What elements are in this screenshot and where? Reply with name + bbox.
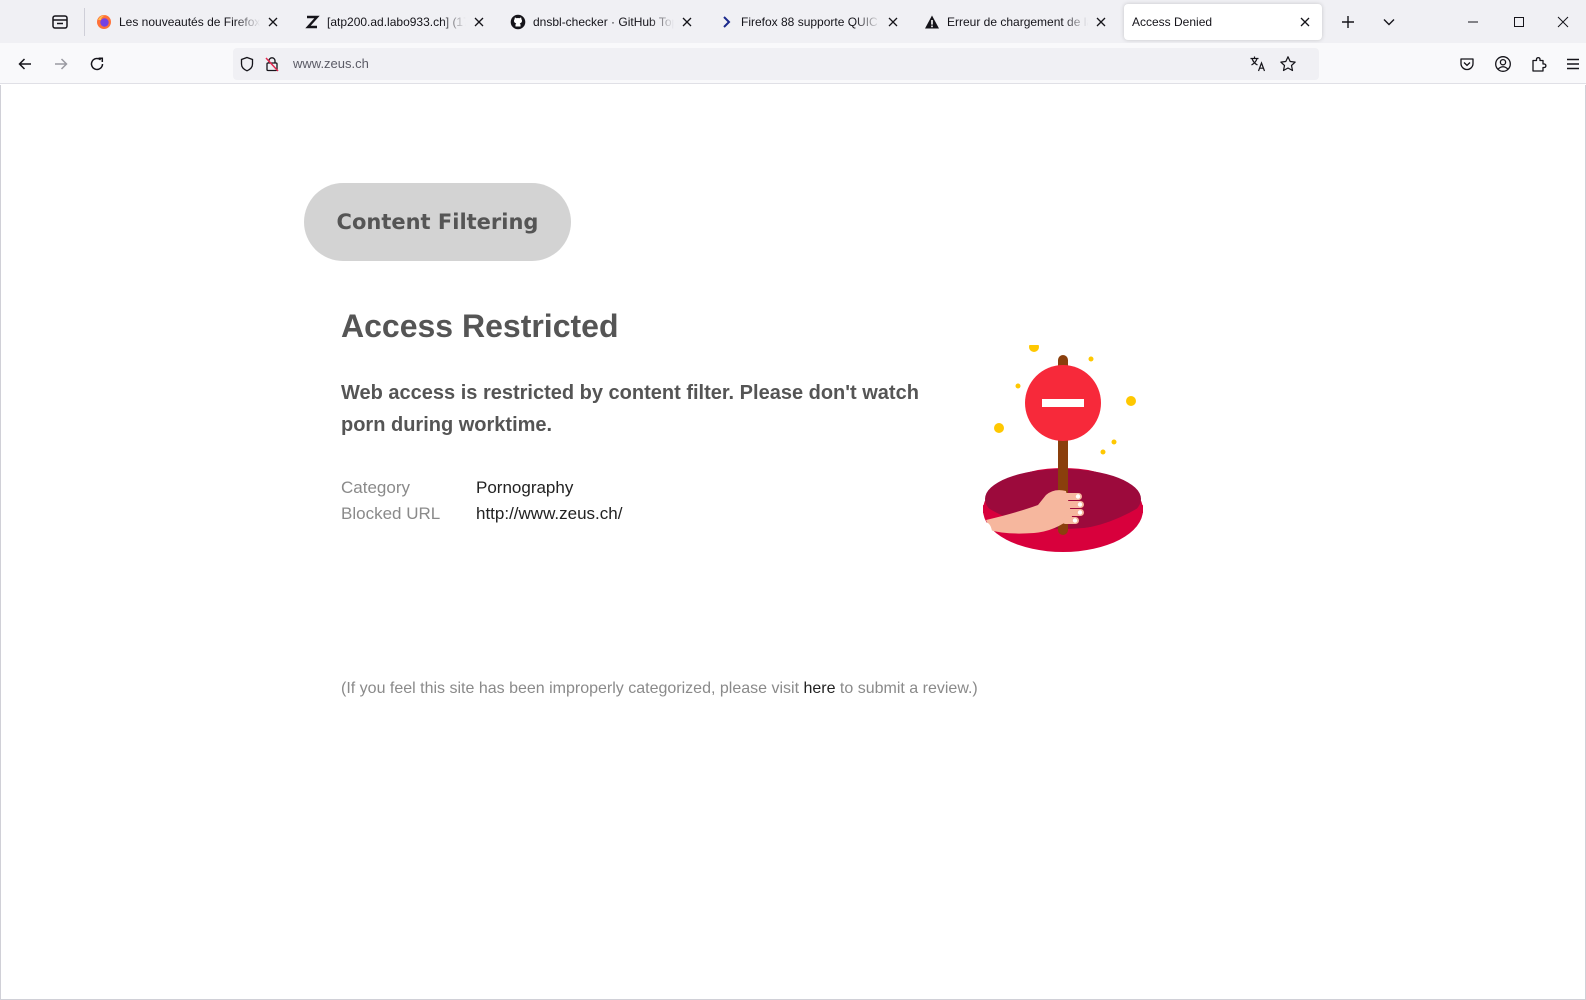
category-value: Pornography xyxy=(476,478,574,497)
minimize-button[interactable] xyxy=(1450,0,1496,43)
restriction-message: Web access is restricted by content filt… xyxy=(341,382,919,436)
translate-icon[interactable] xyxy=(1249,55,1267,73)
fingernail xyxy=(1075,494,1081,499)
pocket-button[interactable] xyxy=(1451,48,1483,80)
tab-firefox-quic[interactable]: Firefox 88 supporte QUIC et HTTP/3 xyxy=(710,4,910,40)
firefox-view-icon xyxy=(52,15,68,29)
navigation-toolbar: www.zeus.ch xyxy=(0,43,1586,84)
review-link[interactable]: here xyxy=(803,680,835,697)
arrow-left-icon xyxy=(18,58,31,70)
sparkle xyxy=(1100,449,1106,455)
fingernail xyxy=(1072,518,1078,523)
sparkle xyxy=(1029,345,1039,352)
extensions-button[interactable] xyxy=(1523,48,1555,80)
tab-title: Erreur de chargement de la page xyxy=(947,15,1088,29)
close-tab-icon[interactable] xyxy=(884,13,902,31)
zyxel-z-icon xyxy=(304,14,320,30)
list-all-tabs-button[interactable] xyxy=(1375,8,1403,36)
tab-title: Firefox 88 supporte QUIC et HTTP/3 xyxy=(741,15,880,29)
tab-firefox-news[interactable]: Les nouveautés de Firefox : corrections xyxy=(88,4,290,40)
url-text[interactable]: www.zeus.ch xyxy=(293,56,369,71)
sign-bar xyxy=(1042,399,1084,407)
window-close-button[interactable] xyxy=(1540,0,1586,43)
hamburger-menu-icon xyxy=(1567,58,1579,70)
chevron-down-icon xyxy=(1383,19,1395,26)
sparkle xyxy=(1111,439,1117,445)
tab-divider xyxy=(84,8,85,36)
close-tab-icon[interactable] xyxy=(1092,13,1110,31)
firefox-logo-icon xyxy=(96,14,112,30)
tab-load-error[interactable]: Erreur de chargement de la page xyxy=(916,4,1118,40)
reload-icon xyxy=(90,57,104,71)
close-tab-icon[interactable] xyxy=(470,13,488,31)
page-content: Content Filtering Access Restricted Web … xyxy=(0,85,1586,1000)
blocked-url-label: Blocked URL xyxy=(341,504,441,523)
tab-title: dnsbl-checker · GitHub Topics xyxy=(533,15,674,29)
content-filtering-badge: Content Filtering xyxy=(304,183,571,261)
maximize-icon xyxy=(1514,16,1524,27)
tab-title: Access Denied xyxy=(1132,15,1213,29)
app-menu-button[interactable] xyxy=(1557,48,1586,80)
firefox-view-button[interactable] xyxy=(42,6,78,38)
warning-icon xyxy=(924,14,940,30)
sparkle xyxy=(1126,396,1136,406)
page-title: Access Restricted xyxy=(341,308,619,344)
account-button[interactable] xyxy=(1487,48,1519,80)
pocket-icon xyxy=(1460,58,1474,71)
review-note-text-before: (If you feel this site has been improper… xyxy=(341,680,804,697)
fingernail xyxy=(1077,502,1083,507)
close-tab-icon[interactable] xyxy=(1296,13,1314,31)
stop-sign-illustration xyxy=(983,345,1143,552)
sparkle xyxy=(994,423,1004,433)
chevron-right-icon xyxy=(718,14,734,30)
review-note: (If you feel this site has been improper… xyxy=(341,680,978,698)
tab-title: Les nouveautés de Firefox : corrections xyxy=(119,15,260,29)
arrow-right-icon xyxy=(55,58,68,70)
new-tab-button[interactable] xyxy=(1334,8,1362,36)
review-note-text-after: to submit a review.) xyxy=(835,680,978,697)
tab-title: [atp200.ad.labo933.ch] (172.16.0.1) xyxy=(327,15,466,29)
category-label: Category xyxy=(341,478,410,497)
tab-dnsbl-checker[interactable]: dnsbl-checker · GitHub Topics xyxy=(502,4,704,40)
account-icon xyxy=(1495,56,1511,72)
close-tab-icon[interactable] xyxy=(264,13,282,31)
sparkle xyxy=(1015,383,1021,389)
github-icon xyxy=(510,14,526,30)
close-icon xyxy=(1557,16,1569,27)
reload-button[interactable] xyxy=(81,48,113,80)
blocked-url-value: http://www.zeus.ch/ xyxy=(476,504,623,523)
minimize-icon xyxy=(1468,21,1478,22)
plus-icon xyxy=(1342,16,1354,28)
address-bar[interactable]: www.zeus.ch xyxy=(233,48,1319,80)
tracking-protection-shield-icon[interactable] xyxy=(238,55,256,73)
back-button[interactable] xyxy=(9,48,41,80)
tab-access-denied[interactable]: Access Denied xyxy=(1124,4,1322,40)
puzzle-piece-icon xyxy=(1532,57,1547,72)
bookmark-star-icon[interactable] xyxy=(1279,55,1297,73)
close-tab-icon[interactable] xyxy=(678,13,696,31)
badge-label: Content Filtering xyxy=(336,210,539,234)
tab-atp200[interactable]: [atp200.ad.labo933.ch] (172.16.0.1) xyxy=(296,4,496,40)
sparkle xyxy=(1088,356,1094,362)
maximize-button[interactable] xyxy=(1496,0,1542,43)
insecure-lock-icon[interactable] xyxy=(263,55,281,73)
fingernail xyxy=(1077,510,1083,515)
forward-button[interactable] xyxy=(45,48,77,80)
tab-strip: Les nouveautés de Firefox : corrections … xyxy=(0,0,1586,43)
